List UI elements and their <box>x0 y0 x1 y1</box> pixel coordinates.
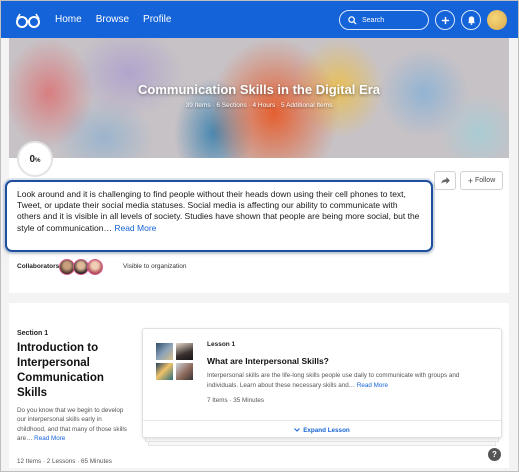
lesson-thumbnail <box>155 342 174 361</box>
section-description: Do you know that we begin to develop our… <box>17 406 127 443</box>
course-meta: 39 Items · 6 Sections · 4 Hours · 5 Addi… <box>185 102 333 109</box>
glasses-logo-icon[interactable] <box>15 11 41 29</box>
lesson-thumbnail <box>175 342 194 361</box>
course-title: Communication Skills in the Digital Era <box>138 82 380 97</box>
visibility-label: Visible to organization <box>123 263 187 270</box>
notifications-button[interactable] <box>461 10 481 30</box>
section-read-more-link[interactable]: Read More <box>34 435 65 442</box>
section-meta: 12 Items · 2 Lessons · 65 Minutes <box>17 458 112 465</box>
lesson-meta: 7 Items · 35 Minutes <box>207 397 265 404</box>
help-icon[interactable]: ? <box>488 448 501 461</box>
expand-lesson-button[interactable]: Expand Lesson <box>143 427 501 434</box>
collaborator-avatar[interactable] <box>87 259 103 275</box>
share-icon <box>440 177 450 184</box>
expand-lesson-label: Expand Lesson <box>303 427 350 434</box>
nav-profile-link[interactable]: Profile <box>143 14 171 25</box>
nav-home-link[interactable]: Home <box>55 14 82 25</box>
collaborators-label: Collaborators: <box>17 263 62 270</box>
search-input[interactable]: Search <box>339 10 429 30</box>
card-stack-shadow <box>145 438 499 442</box>
lesson-read-more-link[interactable]: Read More <box>357 382 388 389</box>
lesson-description: Interpersonal skills are the life-long s… <box>207 371 477 390</box>
section-label: Section 1 <box>17 330 49 337</box>
card-divider <box>143 420 501 421</box>
description-read-more-link[interactable]: Read More <box>114 223 156 233</box>
bell-icon <box>467 16 475 25</box>
course-hero-banner: Communication Skills in the Digital Era … <box>9 38 509 158</box>
lesson-title[interactable]: What are Interpersonal Skills? <box>207 356 329 366</box>
lesson-thumbnail-collage <box>155 342 195 382</box>
follow-label: Follow <box>475 177 496 184</box>
search-placeholder: Search <box>362 16 385 24</box>
course-description-text: Look around and it is challenging to fin… <box>17 189 420 233</box>
follow-button[interactable]: + Follow <box>460 171 503 190</box>
course-description: Look around and it is challenging to fin… <box>5 180 433 252</box>
collaborator-avatars <box>59 259 103 275</box>
follow-plus-icon: + <box>467 175 474 186</box>
add-button[interactable] <box>435 10 455 30</box>
user-avatar[interactable] <box>487 10 507 30</box>
chevron-down-icon <box>294 428 301 432</box>
plus-icon <box>441 16 449 24</box>
progress-indicator: 0% <box>17 141 53 177</box>
app-frame: Home Browse Profile Search Communication… <box>0 0 519 472</box>
progress-unit: % <box>35 157 41 164</box>
search-icon <box>348 15 357 25</box>
lesson-description-text: Interpersonal skills are the life-long s… <box>207 372 460 389</box>
lesson-thumbnail <box>175 362 194 381</box>
nav-browse-link[interactable]: Browse <box>96 14 129 25</box>
section-title: Introduction to Interpersonal Communicat… <box>17 342 104 399</box>
share-button[interactable] <box>434 171 456 190</box>
card-stack-shadow <box>148 442 496 446</box>
lesson-thumbnail <box>155 362 174 381</box>
lesson-label: Lesson 1 <box>207 341 236 348</box>
